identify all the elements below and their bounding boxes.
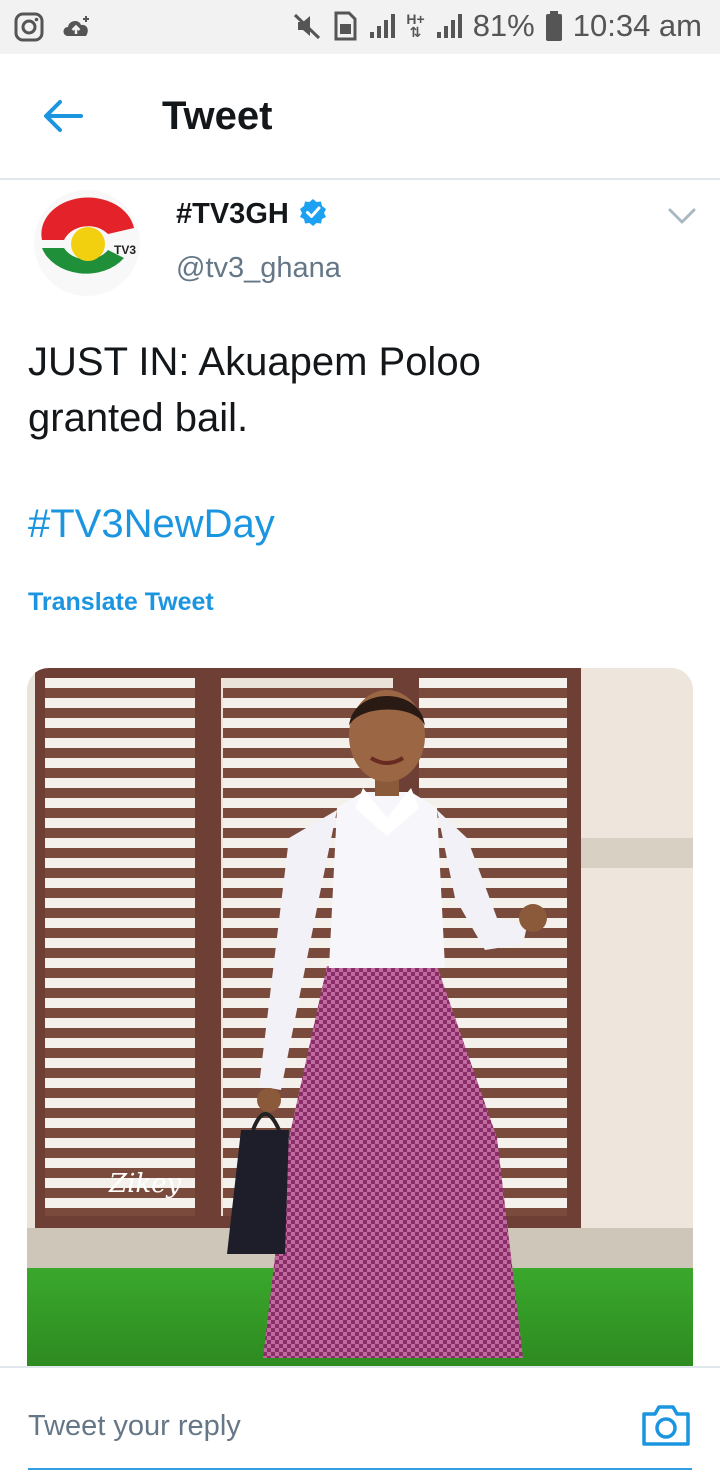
- tweet-text-line: granted bail.: [28, 396, 249, 440]
- signal-icon: [435, 12, 463, 40]
- instagram-icon: [14, 12, 44, 42]
- battery-percentage: 81%: [472, 8, 535, 43]
- network-type-label: H+ ⇅: [406, 11, 425, 40]
- cloud-upload-icon: [60, 12, 92, 42]
- arrow-left-icon: [43, 99, 83, 138]
- clock: 10:34 am: [572, 8, 702, 43]
- photo-watermark: Zikey: [108, 1169, 182, 1199]
- translate-tweet-link[interactable]: Translate Tweet: [28, 588, 214, 617]
- battery-icon: [545, 10, 563, 42]
- reply-input[interactable]: Tweet your reply: [28, 1394, 608, 1458]
- status-bar: H+ ⇅ 81% 10:34 am: [0, 0, 720, 54]
- mute-icon: [292, 11, 322, 41]
- camera-button[interactable]: [640, 1402, 692, 1448]
- tweet-photo[interactable]: Zikey: [27, 668, 693, 1368]
- author-handle[interactable]: @tv3_ghana: [176, 252, 341, 285]
- header: Tweet: [0, 54, 720, 180]
- back-button[interactable]: [38, 94, 88, 142]
- tweet-text-line: JUST IN: Akuapem Poloo: [28, 340, 481, 384]
- reply-bar: Tweet your reply: [0, 1366, 720, 1480]
- sim-icon: [332, 11, 358, 41]
- camera-icon: [640, 1405, 692, 1452]
- hashtag-link[interactable]: #TV3NewDay: [28, 502, 275, 547]
- tweet-text: JUST IN: Akuapem Poloo granted bail.: [28, 334, 688, 446]
- avatar-label: TV3: [114, 243, 136, 257]
- tweet-author: TV3 #TV3GH @tv3_ghana: [0, 182, 720, 302]
- tweet-options-button[interactable]: [664, 200, 700, 230]
- page-title: Tweet: [162, 94, 273, 138]
- avatar[interactable]: TV3: [28, 190, 146, 296]
- author-name[interactable]: #TV3GH: [176, 198, 289, 231]
- chevron-down-icon: [664, 208, 700, 234]
- signal-icon: [368, 12, 396, 40]
- reply-input-underline: [28, 1468, 692, 1470]
- verified-badge-icon: [299, 198, 327, 231]
